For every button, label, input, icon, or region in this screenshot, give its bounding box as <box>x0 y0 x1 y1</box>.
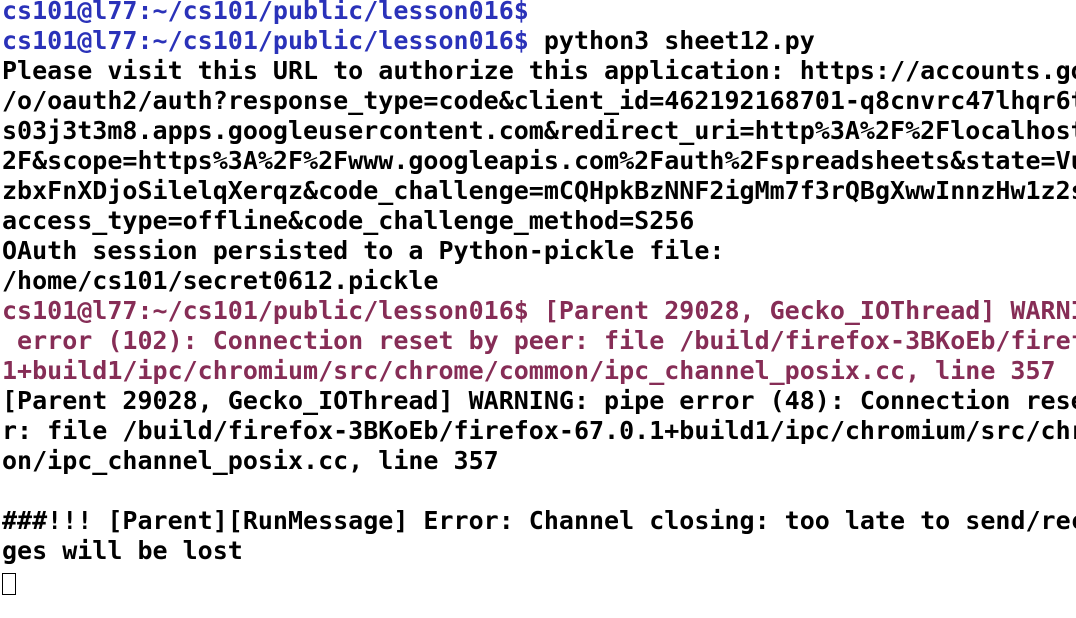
terminal-text: 2F&scope=https%3A%2F%2Fwww.googleapis.co… <box>2 146 1076 175</box>
terminal-text: cs101@l77:~/cs101/public/lesson016$ <box>2 26 529 55</box>
terminal-text: error (102): Connection reset by peer: f… <box>2 326 1076 355</box>
terminal-line: /o/oauth2/auth?response_type=code&client… <box>2 86 1076 116</box>
terminal-line: error (102): Connection reset by peer: f… <box>2 326 1076 356</box>
terminal-line: s03j3t3m8.apps.googleusercontent.com&red… <box>2 116 1076 146</box>
terminal-text: ###!!! [Parent][RunMessage] Error: Chann… <box>2 506 1076 535</box>
terminal-line: cs101@l77:~/cs101/public/lesson016$ <box>2 0 1076 26</box>
terminal-text: /o/oauth2/auth?response_type=code&client… <box>2 86 1076 115</box>
terminal-line: /home/cs101/secret0612.pickle <box>2 266 1076 296</box>
terminal-line: on/ipc_channel_posix.cc, line 357 <box>2 446 1076 476</box>
terminal-line: cs101@l77:~/cs101/public/lesson016$ pyth… <box>2 26 1076 56</box>
terminal-text: 1+build1/ipc/chromium/src/chrome/common/… <box>2 356 1056 385</box>
terminal-line: zbxFnXDjoSilelqXerqz&code_challenge=mCQH… <box>2 176 1076 206</box>
terminal-line: cs101@l77:~/cs101/public/lesson016$ [Par… <box>2 296 1076 326</box>
terminal-line: Please visit this URL to authorize this … <box>2 56 1076 86</box>
terminal-text: on/ipc_channel_posix.cc, line 357 <box>2 446 499 475</box>
terminal-line: 1+build1/ipc/chromium/src/chrome/common/… <box>2 356 1076 386</box>
terminal-text: Please visit this URL to authorize this … <box>2 56 1076 85</box>
terminal-text: cs101@l77:~/cs101/public/lesson016$ [Par… <box>2 296 1076 325</box>
terminal-line: ges will be lost <box>2 536 1076 566</box>
terminal-line <box>2 566 1076 596</box>
terminal-text: [Parent 29028, Gecko_IOThread] WARNING: … <box>2 386 1076 415</box>
terminal-text: cs101@l77:~/cs101/public/lesson016$ <box>2 0 529 25</box>
terminal-text: r: file /build/firefox-3BKoEb/firefox-67… <box>2 416 1076 445</box>
terminal-line: r: file /build/firefox-3BKoEb/firefox-67… <box>2 416 1076 446</box>
terminal-text: zbxFnXDjoSilelqXerqz&code_challenge=mCQH… <box>2 176 1076 205</box>
terminal-text: ges will be lost <box>2 536 243 565</box>
terminal-cursor <box>2 573 16 595</box>
terminal-line: OAuth session persisted to a Python-pick… <box>2 236 1076 266</box>
terminal-text: access_type=offline&code_challenge_metho… <box>2 206 695 235</box>
terminal-text: s03j3t3m8.apps.googleusercontent.com&red… <box>2 116 1076 145</box>
terminal-text: python3 sheet12.py <box>528 26 815 55</box>
terminal-line: [Parent 29028, Gecko_IOThread] WARNING: … <box>2 386 1076 416</box>
terminal-line: 2F&scope=https%3A%2F%2Fwww.googleapis.co… <box>2 146 1076 176</box>
terminal-line: ###!!! [Parent][RunMessage] Error: Chann… <box>2 506 1076 536</box>
terminal-text: /home/cs101/secret0612.pickle <box>2 266 439 295</box>
terminal-line: access_type=offline&code_challenge_metho… <box>2 206 1076 236</box>
terminal-window[interactable]: cs101@l77:~/cs101/public/lesson016$ cs101… <box>2 0 1076 618</box>
terminal-text: OAuth session persisted to a Python-pick… <box>2 236 725 265</box>
